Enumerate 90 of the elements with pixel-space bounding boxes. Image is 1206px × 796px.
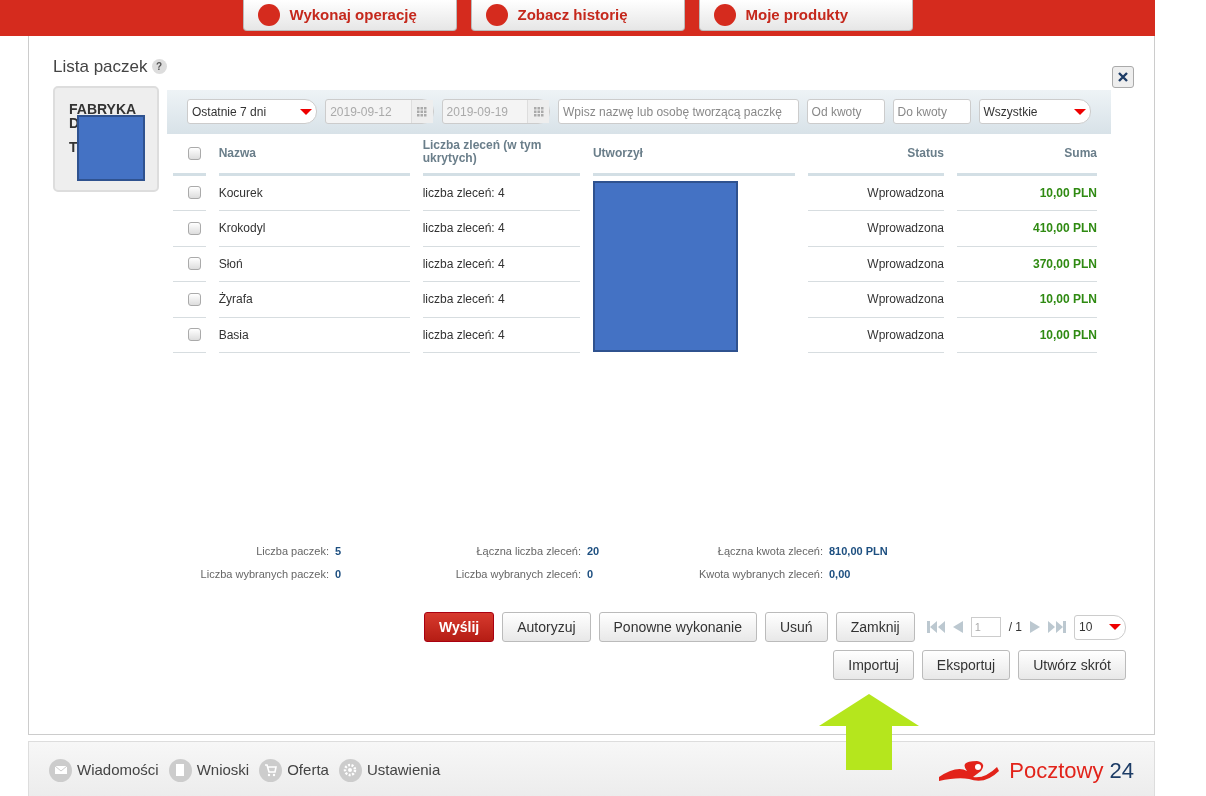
table-cell: Wprowadzona [867, 256, 945, 271]
page-title: Lista paczek [53, 56, 148, 78]
action-button[interactable]: Eksportuj [921, 650, 1011, 680]
caret-icon [1074, 108, 1086, 115]
company-name-text: T [69, 139, 79, 154]
company-name-text: FABRYKA [69, 101, 138, 116]
action-button[interactable]: Wyślij [423, 612, 495, 642]
summary-value: 5 [335, 544, 343, 559]
table-cell: 410,00 PLN [1032, 221, 1097, 236]
redaction-block [77, 114, 145, 181]
table-cell: 370,00 PLN [1032, 256, 1097, 271]
table-cell: 10,00 PLN [1039, 327, 1097, 342]
gear-icon[interactable] [338, 758, 362, 782]
document-icon[interactable] [168, 758, 192, 782]
footer-link[interactable]: Wiadomości [77, 758, 159, 782]
circle-icon [713, 4, 736, 26]
action-button[interactable]: Utwórz skrót [1018, 650, 1126, 680]
action-button[interactable]: Usuń [764, 612, 828, 642]
footer-link[interactable]: Ustawienia [366, 758, 441, 782]
summary-label: Łączna kwota zleceń: [716, 544, 823, 559]
table-cell: 10,00 PLN [1039, 185, 1097, 200]
summary-value: 810,00 PLN [829, 544, 889, 559]
summary-value: 0 [335, 566, 343, 582]
page-total: / 1 [1008, 619, 1022, 636]
circle-icon [485, 4, 508, 26]
search-field[interactable]: Wpisz nazwę lub osobę tworzącą paczkę [558, 99, 799, 124]
calendar-icon[interactable] [533, 106, 544, 117]
table-cell: liczba zleceń: 4 [422, 327, 505, 342]
caret-icon [300, 108, 313, 115]
table-cell: Słoń [218, 256, 243, 271]
calendar-icon[interactable] [417, 106, 428, 117]
table-cell: liczba zleceń: 4 [422, 292, 505, 307]
checkbox[interactable] [188, 186, 201, 200]
summary-label: Liczba wybranych paczek: [199, 566, 329, 582]
top-nav-button[interactable]: Wykonaj operację [242, 0, 457, 31]
footer-link[interactable]: Wnioski [196, 758, 250, 782]
action-button[interactable]: Zamknij [835, 612, 915, 642]
summary-label: Łączna liczba zleceń: [475, 544, 581, 559]
top-nav-button[interactable]: Moje produkty [698, 0, 913, 31]
table-cell: Kocurek [218, 185, 263, 200]
summary-label: Liczba wybranych zleceń: [454, 566, 581, 582]
action-button[interactable]: Autoryzuj [502, 612, 591, 642]
table-cell: Wprowadzona [867, 292, 945, 307]
table-cell: Żyrafa [218, 292, 253, 307]
close-icon[interactable] [1118, 72, 1128, 82]
summary-label: Kwota wybranych zleceń: [697, 566, 823, 582]
amount-to-field[interactable]: Do kwoty [892, 99, 971, 124]
checkbox[interactable] [188, 328, 201, 342]
table-cell: Wprowadzona [867, 327, 945, 342]
next-page-icon[interactable] [1030, 621, 1040, 633]
status-select[interactable]: Wszystkie [978, 99, 1091, 124]
last-page-icon[interactable] [1048, 621, 1066, 633]
action-button[interactable]: Importuj [833, 650, 914, 680]
summary-value: 20 [587, 544, 601, 559]
envelope-icon[interactable] [49, 758, 72, 782]
circle-icon [257, 4, 280, 26]
summary-value: 0,00 [829, 566, 852, 582]
summary-value: 0 [587, 566, 595, 582]
table-cell: liczba zleceń: 4 [422, 221, 505, 236]
per-page-select[interactable]: 10 [1074, 614, 1126, 640]
up-arrow-icon [819, 694, 919, 770]
column-header: Liczba zleceń (w tym ukrytych) [422, 139, 543, 165]
table-cell: Krokodyl [218, 221, 266, 236]
column-header: Suma [1064, 145, 1097, 162]
help-icon[interactable]: ? [151, 59, 167, 75]
column-header: Status [907, 145, 945, 162]
close-button[interactable] [1112, 66, 1134, 88]
first-page-icon[interactable] [926, 621, 945, 633]
brand-name: Pocztowy 24 [1009, 756, 1134, 785]
footer-link[interactable]: Oferta [287, 758, 329, 782]
table-cell: Wprowadzona [867, 185, 945, 200]
table-cell: liczba zleceń: 4 [422, 185, 505, 200]
column-header: Nazwa [218, 145, 257, 162]
table-cell: 10,00 PLN [1039, 292, 1097, 307]
summary-label: Liczba paczek: [255, 544, 329, 559]
checkbox[interactable] [188, 221, 201, 235]
cart-icon[interactable] [259, 758, 283, 782]
top-nav-button[interactable]: Zobacz historię [470, 0, 685, 31]
column-header: Utworzył [592, 145, 643, 162]
table-cell: Wprowadzona [867, 221, 945, 236]
table-cell: liczba zleceń: 4 [422, 256, 505, 271]
table-cell: Basia [218, 327, 249, 342]
checkbox[interactable] [188, 292, 201, 306]
action-button[interactable]: Ponowne wykonanie [598, 612, 757, 642]
previous-page-icon[interactable] [952, 621, 963, 633]
caret-icon [1109, 624, 1121, 630]
amount-from-field[interactable]: Od kwoty [806, 99, 885, 124]
checkbox[interactable] [188, 146, 201, 160]
period-select[interactable]: Ostatnie 7 dni [187, 99, 318, 124]
checkbox[interactable] [188, 257, 201, 271]
